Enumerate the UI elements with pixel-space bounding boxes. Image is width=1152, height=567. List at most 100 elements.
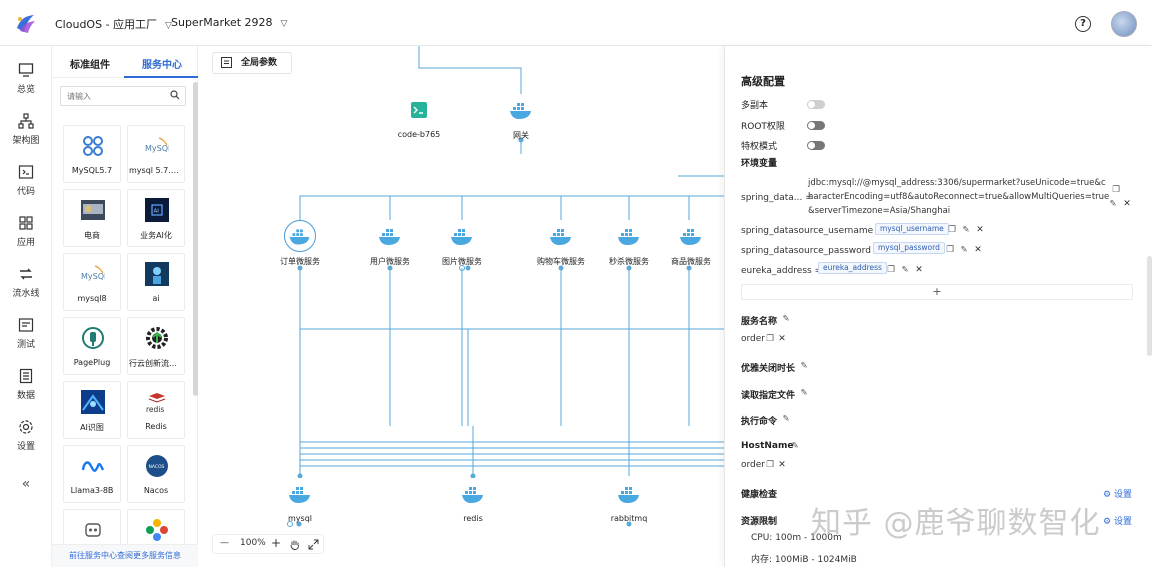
- palette-item-pageplug[interactable]: PagePlug: [63, 317, 121, 375]
- delete-icon[interactable]: ✕: [973, 245, 983, 255]
- env-value-tag[interactable]: eureka_address: [818, 262, 887, 274]
- tab-service-center[interactable]: 服务中心: [142, 56, 182, 71]
- edit-icon[interactable]: ✎: [961, 225, 971, 235]
- delete-icon[interactable]: ✕: [914, 265, 924, 275]
- env-value-datasource-url[interactable]: jdbc:mysql://@mysql_address:3306/superma…: [808, 176, 1110, 218]
- palette-item-nacos[interactable]: NACOS Nacos: [127, 445, 185, 503]
- privileged-mode-toggle[interactable]: [807, 141, 825, 150]
- colorful-logo-icon: [146, 519, 168, 541]
- nav-label: 总览: [16, 85, 35, 95]
- palette-item-mysql8[interactable]: MySQL mysql8: [63, 253, 121, 311]
- top-bar: CloudOS - 应用工厂 ▽ SuperMarket 2928 ▽ ?: [0, 0, 1152, 46]
- zoom-in-button[interactable]: +: [271, 536, 281, 550]
- root-permission-toggle[interactable]: [807, 121, 825, 130]
- copy-icon[interactable]: ❐: [947, 225, 957, 235]
- env-value-tag[interactable]: mysql_password: [873, 242, 945, 254]
- app-selector[interactable]: SuperMarket 2928 ▽: [171, 16, 287, 29]
- node-code-b765[interactable]: code-b765: [374, 94, 464, 139]
- replica-toggle[interactable]: [807, 100, 825, 109]
- node-label: 商品微服务: [671, 257, 711, 266]
- docker-icon: [457, 478, 489, 510]
- help-circle-icon[interactable]: ?: [1075, 16, 1091, 32]
- node-rabbitmq[interactable]: rabbitmq: [584, 478, 674, 523]
- copy-icon[interactable]: ❐: [945, 245, 955, 255]
- node-label: code-b765: [397, 130, 441, 139]
- apps-icon: [19, 216, 33, 230]
- nav-item-architecture[interactable]: 架构图: [0, 113, 52, 146]
- node-image-service[interactable]: 图片微服务: [417, 220, 507, 267]
- delete-icon[interactable]: ✕: [777, 460, 787, 470]
- edit-icon[interactable]: ✎: [799, 388, 809, 398]
- search-icon[interactable]: [170, 90, 180, 100]
- graceful-shutdown-label: 优雅关闭时长: [741, 364, 796, 374]
- palette-item-redis[interactable]: redis Redis: [127, 381, 185, 439]
- edit-icon[interactable]: ✎: [790, 441, 800, 451]
- app-root: CloudOS - 应用工厂 ▽ SuperMarket 2928 ▽ ? 总览 架…: [0, 0, 1152, 567]
- architecture-canvas[interactable]: 全局参数 code-b765 网关 订单微服务 用户微服务 图片微服务 购物车微…: [198, 46, 724, 567]
- palette-item-ecommerce[interactable]: 电商: [63, 189, 121, 247]
- zoom-out-button[interactable]: —: [220, 538, 229, 548]
- edit-icon[interactable]: ✎: [781, 314, 791, 324]
- palette-item-mysql5729[interactable]: MySQL mysql 5.7.29 ...: [127, 125, 185, 183]
- edit-icon[interactable]: ✎: [959, 245, 969, 255]
- hand-pan-icon[interactable]: [289, 539, 300, 550]
- node-label: 图片微服务: [442, 257, 482, 266]
- docker-icon: [613, 478, 645, 510]
- health-check-settings-button[interactable]: ⚙ 设置: [1103, 487, 1132, 500]
- nav-item-settings[interactable]: 设置: [0, 419, 52, 452]
- palette-item-ai[interactable]: ai: [127, 253, 185, 311]
- nav-label: 流水线: [12, 289, 40, 299]
- palette-item-llama3[interactable]: Llama3-8B: [63, 445, 121, 503]
- nav-item-code[interactable]: 代码: [0, 164, 52, 197]
- edit-icon[interactable]: ✎: [781, 414, 791, 424]
- palette-item-label: ai: [152, 294, 160, 303]
- settings-link-label: 设置: [1113, 490, 1132, 500]
- palette-item-xingyun-flow[interactable]: 行云创新流程...: [127, 317, 185, 375]
- nav-item-overview[interactable]: 总览: [0, 62, 52, 95]
- delete-icon[interactable]: ✕: [777, 334, 787, 344]
- tab-standard-components[interactable]: 标准组件: [70, 56, 110, 71]
- node-mysql[interactable]: mysql: [255, 478, 345, 523]
- project-selector[interactable]: CloudOS - 应用工厂 ▽: [55, 16, 172, 32]
- copy-icon[interactable]: ❐: [886, 265, 896, 275]
- panel-scrollbar[interactable]: [1147, 256, 1152, 356]
- delete-icon[interactable]: ✕: [975, 225, 985, 235]
- palette-item-mysql57[interactable]: MySQL5.7: [63, 125, 121, 183]
- edit-icon[interactable]: ✎: [1108, 199, 1118, 209]
- node-order-service[interactable]: 订单微服务: [255, 220, 345, 267]
- user-avatar[interactable]: [1111, 11, 1137, 37]
- service-center-link[interactable]: 前往服务中心查阅更多服务信息: [52, 544, 198, 567]
- config-panel: 高级配置 多副本 ROOT权限 特权模式 环境变量 spring_data...…: [724, 46, 1152, 567]
- palette-item-ai-image[interactable]: AI识图: [63, 381, 121, 439]
- node-label: 订单微服务: [280, 257, 320, 266]
- copy-icon[interactable]: ❐: [765, 460, 775, 470]
- cloudos-logo-icon[interactable]: [14, 12, 38, 36]
- delete-icon[interactable]: ✕: [1122, 199, 1132, 209]
- env-value-tag[interactable]: mysql_username: [875, 223, 949, 235]
- edit-icon[interactable]: ✎: [799, 361, 809, 371]
- palette-item-business-ai[interactable]: AI 业务AI化: [127, 189, 185, 247]
- node-redis[interactable]: redis: [428, 478, 518, 523]
- pageplug-icon: [82, 327, 104, 349]
- node-product-service[interactable]: 商品微服务: [646, 220, 724, 267]
- palette-item-label: 行云创新流程...: [129, 359, 183, 368]
- global-params-button[interactable]: 全局参数: [212, 52, 292, 74]
- nav-item-pipeline[interactable]: 流水线: [0, 266, 52, 299]
- palette-item-label: mysql 5.7.29 ...: [129, 166, 183, 175]
- add-env-button[interactable]: +: [741, 284, 1133, 300]
- resource-limit-label: 资源限制: [741, 517, 778, 527]
- edit-icon[interactable]: ✎: [900, 265, 910, 275]
- resource-limit-settings-button[interactable]: ⚙ 设置: [1103, 514, 1132, 527]
- palette-item-label: AI识图: [80, 423, 104, 432]
- nav-item-test[interactable]: 测试: [0, 317, 52, 350]
- copy-icon[interactable]: ❐: [1111, 185, 1121, 195]
- copy-icon[interactable]: ❐: [765, 334, 775, 344]
- palette-search-input[interactable]: [60, 86, 186, 106]
- node-gateway[interactable]: 网关: [476, 94, 566, 141]
- collapse-icon[interactable]: «: [0, 476, 52, 492]
- fit-view-icon[interactable]: [308, 539, 319, 550]
- active-tab-underline: [124, 76, 198, 78]
- nav-label: 数据: [16, 391, 35, 401]
- nav-item-apps[interactable]: 应用: [0, 215, 52, 248]
- nav-item-data[interactable]: 数据: [0, 368, 52, 401]
